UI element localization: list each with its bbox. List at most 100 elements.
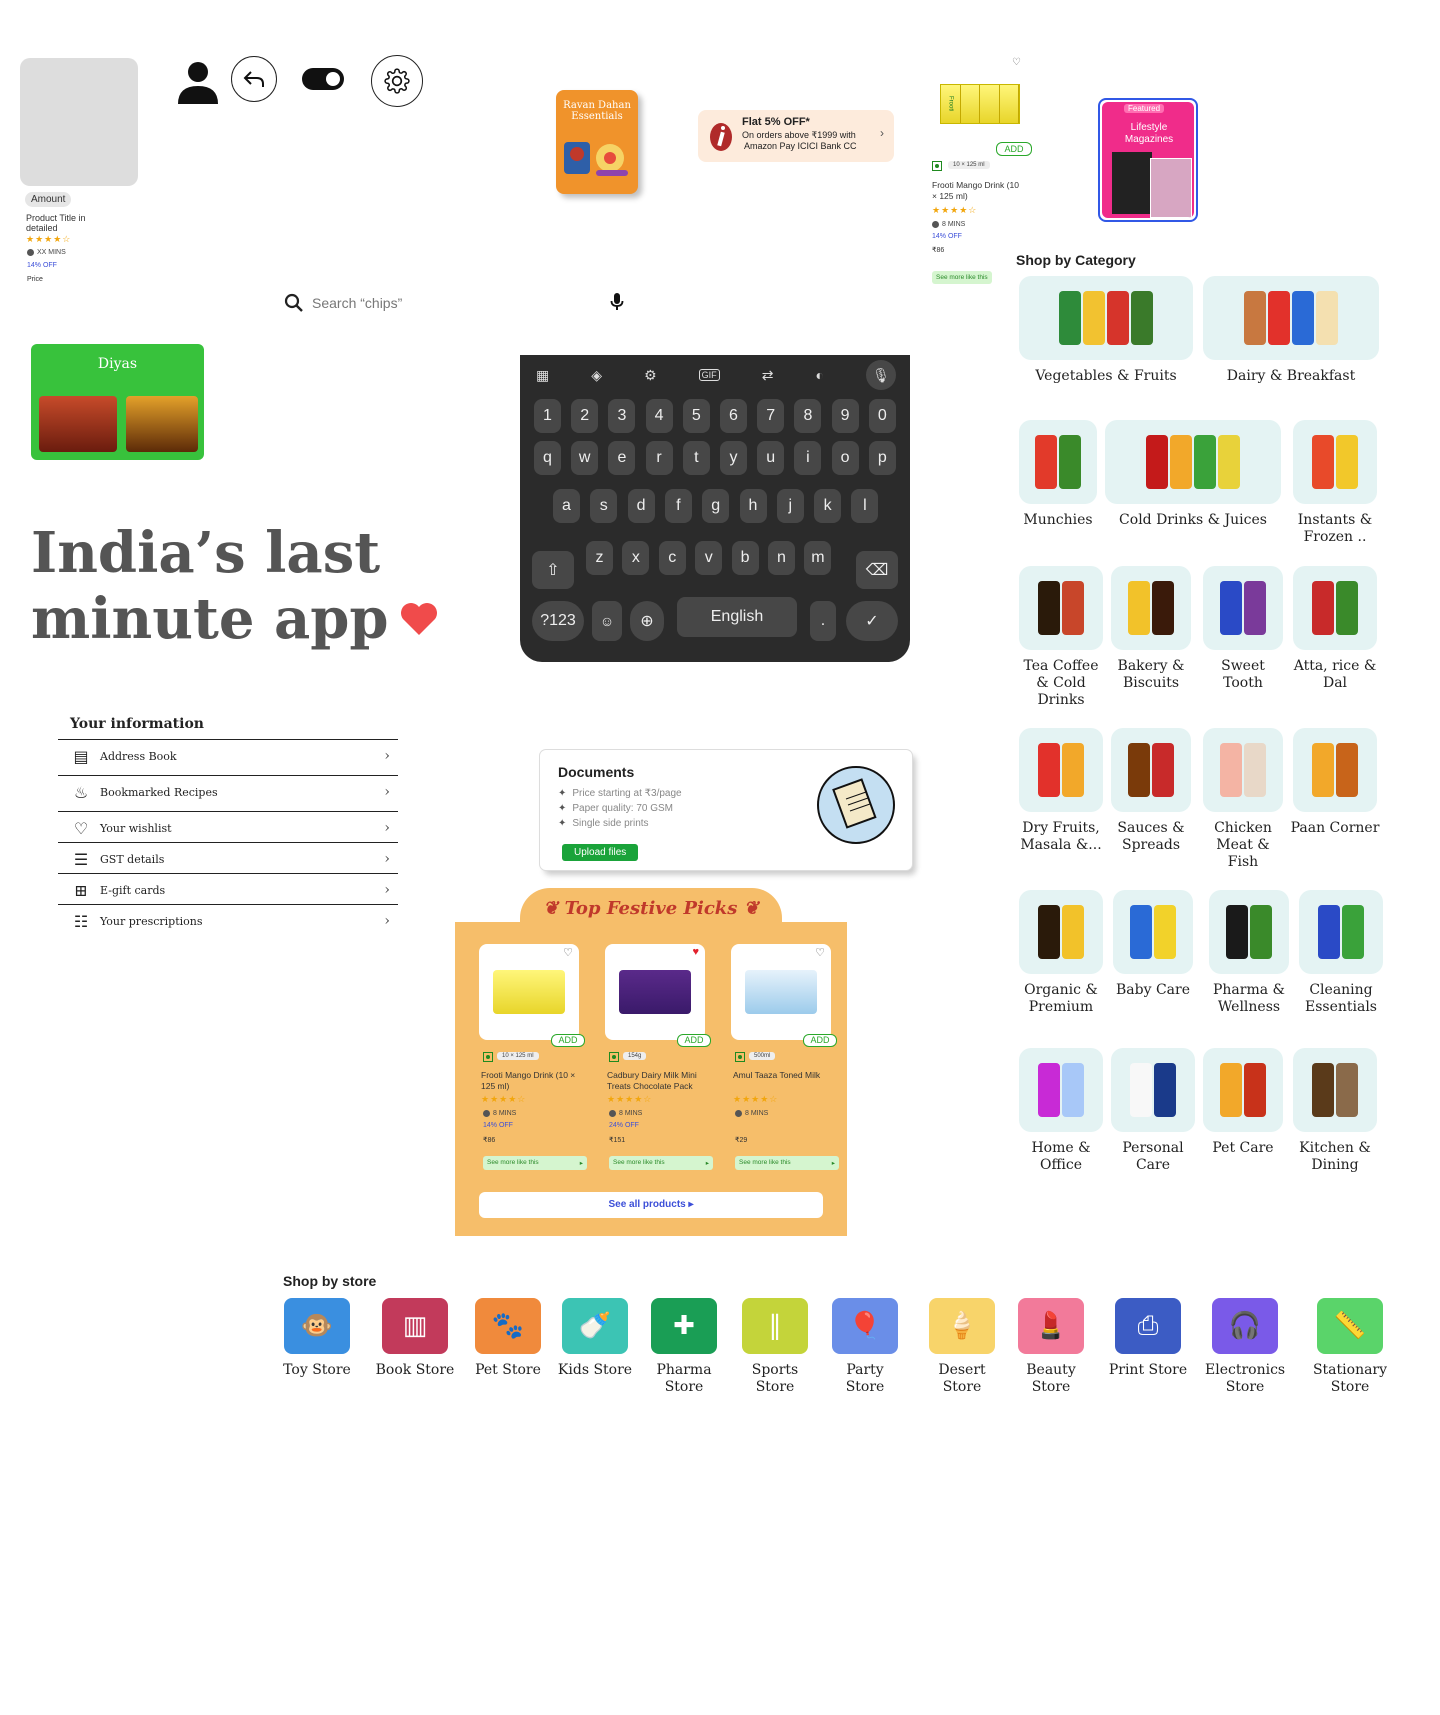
product-image-card[interactable]: ♡ <box>479 944 579 1040</box>
add-button[interactable]: ADD <box>996 142 1032 156</box>
category-sweet-tooth[interactable]: Sweet Tooth <box>1200 566 1286 692</box>
category-paan-corner[interactable]: Paan Corner <box>1290 728 1380 837</box>
period-key[interactable]: . <box>810 601 836 641</box>
product-image-card[interactable]: ♥ <box>605 944 705 1040</box>
category-dry-fruits-masala-[interactable]: Dry Fruits, Masala &... <box>1016 728 1106 854</box>
see-more-link[interactable]: See more like this ▸ <box>483 1156 587 1170</box>
back-icon[interactable] <box>231 56 277 102</box>
key-c[interactable]: c <box>658 541 686 575</box>
store-stationary-store[interactable]: 📏 Stationary Store <box>1310 1298 1390 1396</box>
key-o[interactable]: o <box>831 441 859 475</box>
heart-icon[interactable]: ♡ <box>1012 57 1021 68</box>
ravan-dahan-tile[interactable]: Ravan Dahan Essentials <box>556 90 638 194</box>
translate-icon[interactable]: ⇄ <box>762 367 774 384</box>
category-cleaning-essentials[interactable]: Cleaning Essentials <box>1296 890 1386 1016</box>
see-more-link[interactable]: See more like this ▸ <box>609 1156 713 1170</box>
key-d[interactable]: d <box>627 489 655 523</box>
category-sauces-spreads[interactable]: Sauces & Spreads <box>1108 728 1194 854</box>
sticker-icon[interactable]: ◈ <box>591 367 602 384</box>
store-party-store[interactable]: 🎈 Party Store <box>825 1298 905 1396</box>
category-pet-care[interactable]: Pet Care <box>1200 1048 1286 1157</box>
product-image-card[interactable]: ♡ <box>731 944 831 1040</box>
user-icon[interactable] <box>176 60 220 111</box>
gear-icon[interactable]: ⚙ <box>644 367 657 384</box>
category-pharma-wellness[interactable]: Pharma & Wellness <box>1206 890 1292 1016</box>
store-book-store[interactable]: ▥ Book Store <box>375 1298 455 1379</box>
category-instants-frozen-[interactable]: Instants & Frozen .. <box>1290 420 1380 546</box>
heart-icon[interactable]: ♥ <box>692 946 699 958</box>
key-q[interactable]: q <box>534 441 561 475</box>
info-item-bookmarked-recipes[interactable]: ♨ Bookmarked Recipes › <box>58 775 398 808</box>
category-tea-coffee-cold-drinks[interactable]: Tea Coffee & Cold Drinks <box>1016 566 1106 709</box>
key-z[interactable]: z <box>586 541 613 575</box>
category-vegetables-fruits[interactable]: Vegetables & Fruits <box>1016 276 1196 385</box>
key-i[interactable]: i <box>794 441 822 475</box>
key-5[interactable]: 5 <box>682 399 710 433</box>
info-item-e-gift-cards[interactable]: ⊞ E-gift cards › <box>58 873 398 906</box>
store-pet-store[interactable]: 🐾 Pet Store <box>468 1298 548 1379</box>
key-1[interactable]: 1 <box>534 399 561 433</box>
info-item-gst-details[interactable]: ☰ GST details › <box>58 842 398 875</box>
category-bakery-biscuits[interactable]: Bakery & Biscuits <box>1108 566 1194 692</box>
see-more-link[interactable]: See more like this <box>932 271 992 284</box>
gif-icon[interactable]: GIF <box>698 369 720 381</box>
key-2[interactable]: 2 <box>571 399 599 433</box>
category-baby-care[interactable]: Baby Care <box>1110 890 1196 999</box>
category-home-office[interactable]: Home & Office <box>1016 1048 1106 1174</box>
store-beauty-store[interactable]: 💄 Beauty Store <box>1011 1298 1091 1396</box>
category-personal-care[interactable]: Personal Care <box>1108 1048 1198 1174</box>
info-item-your-prescriptions[interactable]: ☷ Your prescriptions › <box>58 904 398 937</box>
shift-key[interactable]: ⇧ <box>532 551 574 589</box>
search-bar[interactable]: Search “chips” <box>284 292 634 314</box>
mic-icon[interactable] <box>610 292 624 317</box>
key-0[interactable]: 0 <box>868 399 896 433</box>
space-key[interactable]: English <box>677 597 797 637</box>
info-item-your-wishlist[interactable]: ♡ Your wishlist › <box>58 811 398 844</box>
key-h[interactable]: h <box>739 489 767 523</box>
backspace-key[interactable]: ⌫ <box>856 551 898 589</box>
key-y[interactable]: y <box>720 441 747 475</box>
category-atta-rice-dal[interactable]: Atta, rice & Dal <box>1290 566 1380 692</box>
add-button[interactable]: ADD <box>803 1034 837 1047</box>
see-more-link[interactable]: See more like this ▸ <box>735 1156 839 1170</box>
store-desert-store[interactable]: 🍦 Desert Store <box>922 1298 1002 1396</box>
key-v[interactable]: v <box>695 541 723 575</box>
offer-banner[interactable]: Flat 5% OFF* On orders above ₹1999 with … <box>698 110 894 162</box>
key-7[interactable]: 7 <box>757 399 785 433</box>
heart-icon[interactable]: ♡ <box>563 946 573 959</box>
key-6[interactable]: 6 <box>720 399 747 433</box>
add-button[interactable]: ADD <box>677 1034 711 1047</box>
key-e[interactable]: e <box>608 441 636 475</box>
key-8[interactable]: 8 <box>794 399 822 433</box>
key-a[interactable]: a <box>553 489 580 523</box>
mic-icon[interactable]: 🎙 <box>865 360 896 390</box>
key-p[interactable]: p <box>868 441 896 475</box>
store-toy-store[interactable]: 🐵 Toy Store <box>277 1298 357 1379</box>
symbols-key[interactable]: ?123 <box>532 601 584 641</box>
key-u[interactable]: u <box>757 441 785 475</box>
category-chicken-meat-fish[interactable]: Chicken Meat & Fish <box>1200 728 1286 871</box>
upload-files-button[interactable]: Upload files <box>562 844 639 861</box>
category-munchies[interactable]: Munchies <box>1016 420 1100 529</box>
store-kids-store[interactable]: 🍼 Kids Store <box>555 1298 635 1379</box>
toggle-switch[interactable] <box>302 68 344 95</box>
key-x[interactable]: x <box>622 541 650 575</box>
diyas-tile[interactable]: Diyas <box>31 344 204 460</box>
key-9[interactable]: 9 <box>831 399 859 433</box>
key-g[interactable]: g <box>702 489 730 523</box>
category-organic-premium[interactable]: Organic & Premium <box>1016 890 1106 1016</box>
key-s[interactable]: s <box>590 489 618 523</box>
key-k[interactable]: k <box>814 489 842 523</box>
store-print-store[interactable]: ⎙ Print Store <box>1108 1298 1188 1379</box>
key-3[interactable]: 3 <box>608 399 636 433</box>
store-electronics-store[interactable]: 🎧 Electronics Store <box>1205 1298 1285 1396</box>
key-r[interactable]: r <box>645 441 673 475</box>
key-l[interactable]: l <box>851 489 879 523</box>
key-4[interactable]: 4 <box>645 399 673 433</box>
product-image-placeholder[interactable] <box>20 58 138 186</box>
add-button[interactable]: ADD <box>551 1034 585 1047</box>
store-pharma-store[interactable]: ✚ Pharma Store <box>644 1298 724 1396</box>
emoji-icon[interactable]: ☺ <box>592 601 622 641</box>
category-kitchen-dining[interactable]: Kitchen & Dining <box>1290 1048 1380 1174</box>
globe-icon[interactable]: ⊕ <box>630 601 664 641</box>
